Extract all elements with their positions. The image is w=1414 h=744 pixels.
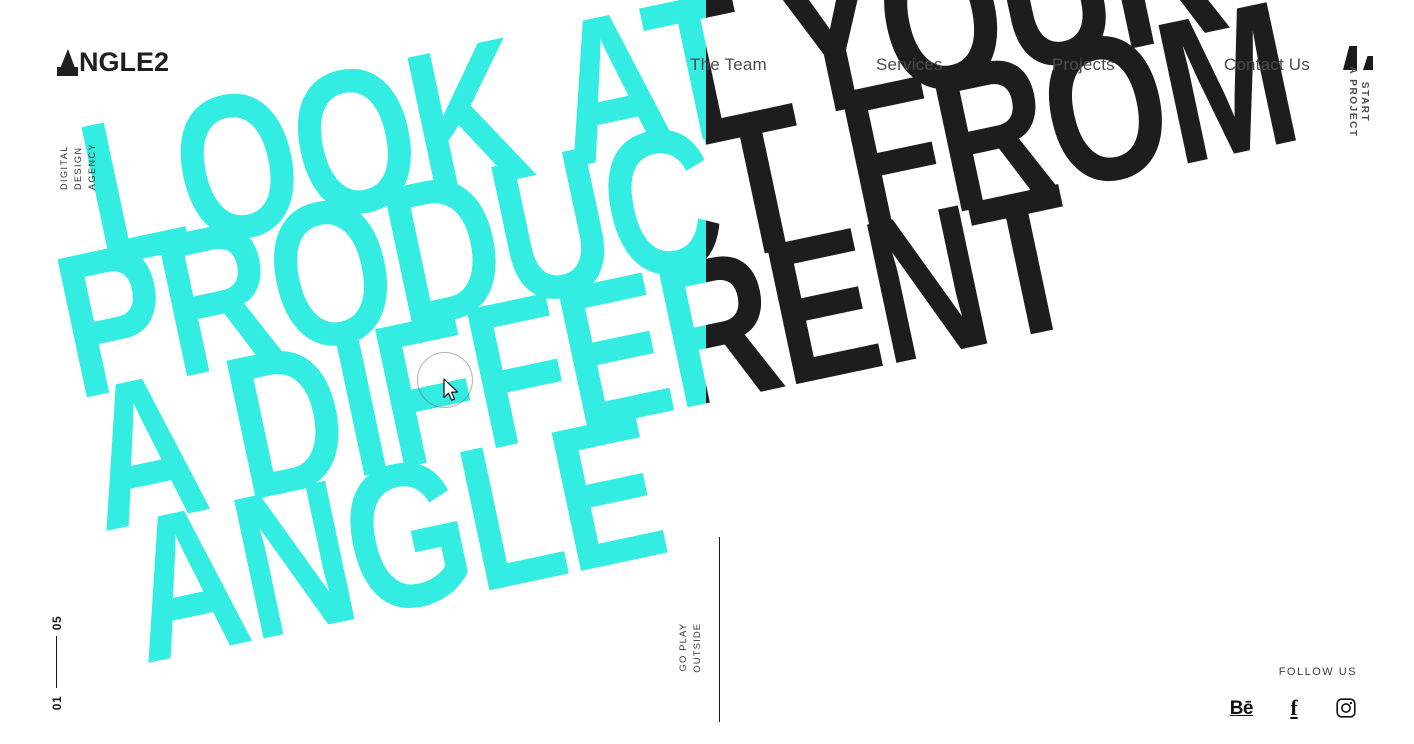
- nav-item-services[interactable]: Services: [876, 55, 943, 75]
- pagination-current: 05: [50, 615, 64, 631]
- follow-us-block: FOLLOW US Bē f: [1230, 666, 1357, 719]
- nav-item-contact-us[interactable]: Contact Us: [1224, 55, 1310, 75]
- slide-pagination: 05 01: [48, 612, 78, 712]
- start-project-line-2: A PROJECT: [1347, 66, 1358, 138]
- nav-item-projects[interactable]: Projects: [1052, 55, 1115, 75]
- facebook-icon[interactable]: f: [1283, 697, 1305, 719]
- social-links: Bē f: [1230, 697, 1357, 719]
- tagline-line-3: AGENCY: [86, 142, 97, 190]
- logo-angle2[interactable]: NGLE2: [57, 49, 169, 76]
- pagination-rule: [56, 636, 57, 688]
- pagination-total: 01: [50, 695, 64, 711]
- agency-tagline: DIGITAL DESIGN AGENCY: [40, 118, 110, 198]
- tagline-line-2: DESIGN: [72, 146, 83, 190]
- go-play-divider: [719, 537, 720, 722]
- start-project-button[interactable]: START A PROJECT: [1329, 44, 1389, 154]
- behance-icon[interactable]: Bē: [1230, 697, 1254, 719]
- follow-us-label: FOLLOW US: [1278, 666, 1357, 678]
- go-play-line-2: OUTSIDE: [692, 622, 703, 673]
- logo-a-mark: [57, 49, 78, 76]
- nav-item-the-team[interactable]: The Team: [690, 55, 767, 75]
- instagram-icon[interactable]: [1335, 697, 1357, 719]
- go-play-line-1: GO PLAY: [678, 622, 690, 672]
- logo-text: NGLE2: [79, 47, 170, 77]
- go-play-outside[interactable]: GO PLAY OUTSIDE: [660, 537, 720, 722]
- start-project-line-1: START: [1359, 81, 1371, 123]
- site-header: NGLE2 The Team Services Projects Contact…: [0, 0, 1414, 138]
- tagline-line-1: DIGITAL: [59, 145, 69, 190]
- main-navigation: The Team Services Projects Contact Us: [690, 55, 1310, 75]
- start-project-label: START A PROJECT: [1347, 57, 1371, 147]
